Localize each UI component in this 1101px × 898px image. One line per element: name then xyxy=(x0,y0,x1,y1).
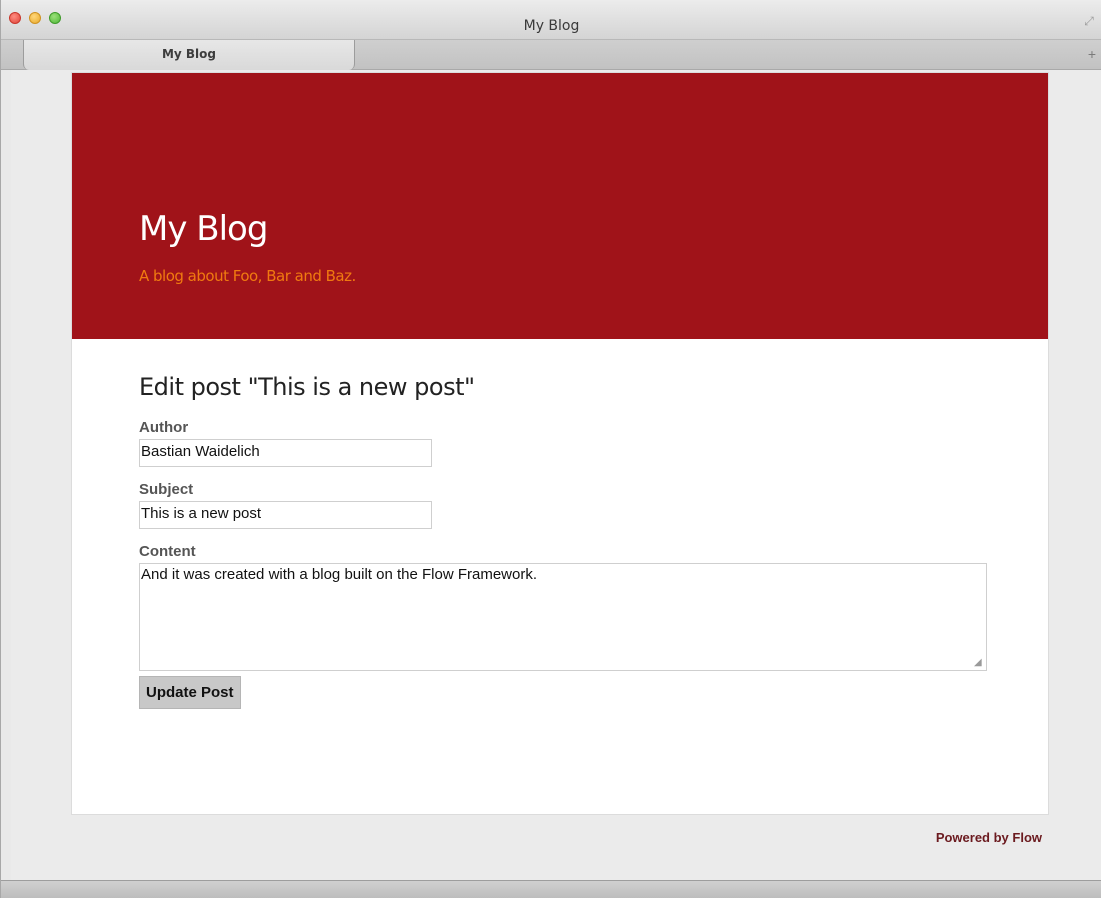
browser-window: My Blog ⤢ My Blog + My Blog A blog about… xyxy=(0,0,1101,898)
window-title: My Blog xyxy=(523,18,580,34)
form-heading: Edit post "This is a new post" xyxy=(139,373,475,401)
powered-by-footer[interactable]: Powered by Flow xyxy=(936,830,1042,845)
blog-subtitle: A blog about Foo, Bar and Baz. xyxy=(139,267,356,285)
update-post-button[interactable]: Update Post xyxy=(139,676,241,709)
fullscreen-icon[interactable]: ⤢ xyxy=(1082,14,1096,28)
page-container: My Blog A blog about Foo, Bar and Baz. E… xyxy=(71,72,1049,815)
status-bar xyxy=(1,880,1101,898)
blog-header: My Blog A blog about Foo, Bar and Baz. xyxy=(72,73,1048,339)
blog-title[interactable]: My Blog xyxy=(139,207,268,251)
tab-my-blog[interactable]: My Blog xyxy=(23,40,355,70)
edit-post-form: Edit post "This is a new post" Author Ba… xyxy=(139,371,989,709)
subject-label: Subject xyxy=(139,481,194,498)
title-bar: My Blog ⤢ xyxy=(1,0,1101,40)
content-textarea[interactable]: And it was created with a blog built on … xyxy=(139,563,987,671)
content-label: Content xyxy=(139,543,196,560)
new-tab-icon[interactable]: + xyxy=(1088,46,1096,62)
tab-bar: My Blog + xyxy=(1,40,1101,70)
author-field[interactable]: Bastian Waidelich xyxy=(139,439,432,467)
tab-label: My Blog xyxy=(161,47,217,61)
author-label: Author xyxy=(139,419,189,436)
content-text: And it was created with a blog built on … xyxy=(141,566,538,583)
subject-field[interactable]: This is a new post xyxy=(139,501,432,529)
page-viewport: My Blog A blog about Foo, Bar and Baz. E… xyxy=(11,70,1101,880)
resize-handle-icon[interactable]: ◢ xyxy=(974,658,984,668)
